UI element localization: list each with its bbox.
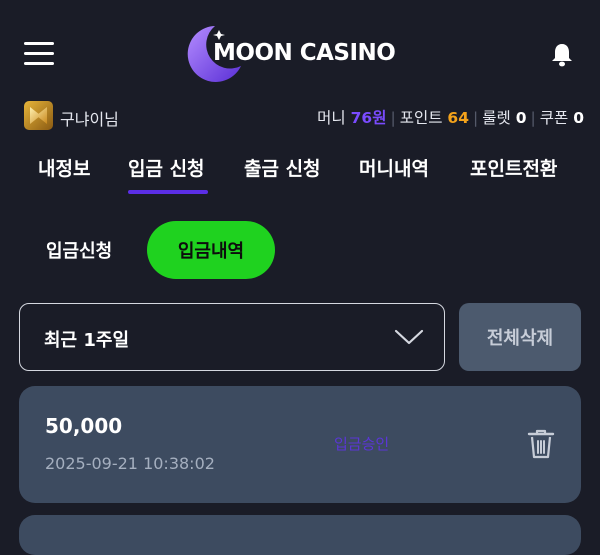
moon-casino-logo[interactable]: MOON CASINO xyxy=(185,22,425,86)
roulette-value: 0 xyxy=(515,109,527,127)
logo-text: MOON CASINO xyxy=(213,40,396,66)
subtab-deposit-history[interactable]: 입금내역 xyxy=(147,221,275,279)
username: 구냐이님 xyxy=(60,110,119,129)
bell-icon[interactable] xyxy=(550,42,574,68)
coupon-label: 쿠폰 xyxy=(539,109,569,127)
app-header: MOON CASINO xyxy=(0,0,600,100)
tab-withdraw-request[interactable]: 출금 신청 xyxy=(244,154,321,181)
account-tabs: 내정보 입금 신청 출금 신청 머니내역 포인트전환 xyxy=(0,148,600,196)
deposit-record-card: 50,000 2025-09-21 10:38:02 입금승인 xyxy=(19,386,581,503)
deposit-record-card-partial xyxy=(19,515,581,555)
tab-my-info[interactable]: 내정보 xyxy=(38,154,90,181)
trash-icon[interactable] xyxy=(527,428,555,460)
tab-point-convert[interactable]: 포인트전환 xyxy=(470,154,557,181)
delete-all-button[interactable]: 전체삭제 xyxy=(459,303,581,371)
record-amount: 50,000 xyxy=(45,414,123,438)
point-value: 64 xyxy=(447,109,469,127)
roulette-label: 룰렛 xyxy=(482,109,511,127)
period-select[interactable]: 최근 1주일 xyxy=(19,303,445,371)
chevron-down-icon xyxy=(394,329,424,345)
tab-money-history[interactable]: 머니내역 xyxy=(359,154,429,181)
record-status: 입금승인 xyxy=(334,435,390,453)
period-select-value: 최근 1주일 xyxy=(44,330,130,351)
coupon-value: 0 xyxy=(573,109,584,127)
avatar xyxy=(24,101,53,130)
point-label: 포인트 xyxy=(399,109,443,127)
balance-summary: 머니 76원 | 포인트 64 | 룰렛 0 | 쿠폰 0 xyxy=(317,109,584,127)
tab-deposit-request[interactable]: 입금 신청 xyxy=(128,154,205,181)
record-datetime: 2025-09-21 10:38:02 xyxy=(45,454,215,473)
user-info-bar: 구냐이님 머니 76원 | 포인트 64 | 룰렛 0 | 쿠폰 0 xyxy=(24,100,584,132)
money-value: 76원 xyxy=(350,109,387,127)
active-tab-indicator xyxy=(128,190,208,194)
subtab-deposit-request[interactable]: 입금신청 xyxy=(46,237,112,263)
money-label: 머니 xyxy=(317,109,346,127)
hamburger-icon[interactable] xyxy=(24,42,54,66)
